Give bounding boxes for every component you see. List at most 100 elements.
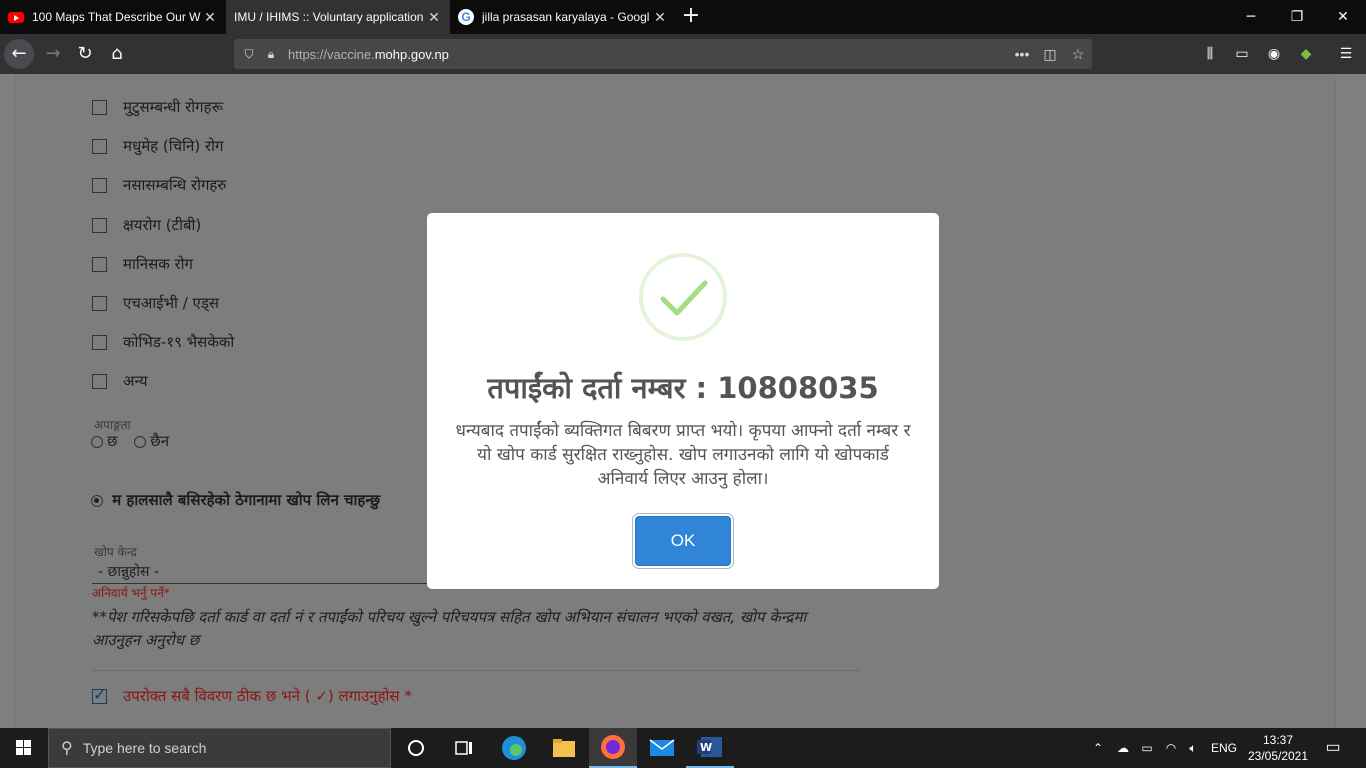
home-icon[interactable]: ⌂ — [102, 39, 132, 69]
firefox-icon[interactable] — [589, 728, 637, 768]
tab-title: IMU / IHIMS :: Voluntary application — [234, 10, 424, 24]
divider — [92, 670, 860, 671]
ok-button[interactable]: OK — [635, 516, 731, 566]
close-tab-icon[interactable]: ✕ — [426, 9, 442, 26]
condition-row[interactable]: कोभिड-१९ भैसकेको — [92, 332, 234, 352]
condition-label: क्षयरोग (टीबी) — [123, 216, 202, 234]
account-icon[interactable]: ◉ — [1259, 39, 1289, 69]
condition-label: अन्य — [123, 372, 148, 390]
clock-time: 13:37 — [1262, 733, 1294, 747]
vaccine-center-select[interactable]: - छान्नुहोस - — [92, 562, 432, 584]
volume-icon[interactable]: 🔈︎ — [1184, 728, 1202, 768]
condition-row[interactable]: एचआईभी / एड्स — [92, 293, 219, 313]
notification-icon[interactable]: ▭ — [1322, 728, 1344, 768]
tab-vaccine[interactable]: IMU / IHIMS :: Voluntary application ✕ — [226, 0, 450, 34]
location-question: म हालसालै बसिरहेको ठेगानामा खोप लिन चाहन… — [112, 491, 381, 509]
file-explorer-icon[interactable] — [540, 728, 588, 768]
reload-icon[interactable]: ↻ — [70, 39, 100, 69]
condition-row[interactable]: नसासम्बन्धि रोगहरु — [92, 175, 226, 195]
condition-row[interactable]: मुटुसम्बन्धी रोगहरू — [92, 97, 223, 117]
condition-label: मधुमेह (चिनि) रोग — [123, 137, 224, 155]
location-option[interactable]: म हालसालै बसिरहेको ठेगानामा खोप लिन चाहन… — [91, 490, 380, 510]
navigation-bar: ← → ↻ ⌂ ⛉ 🔒︎ https://vaccine.mohp.gov.np… — [0, 34, 1366, 74]
radio-option-yes[interactable]: छ — [91, 432, 118, 450]
mail-icon[interactable] — [638, 728, 686, 768]
checkbox[interactable] — [92, 177, 107, 193]
tab-google[interactable]: G jilla prasasan karyalaya - Googl ✕ — [450, 0, 676, 34]
close-window-button[interactable]: ✕ — [1320, 0, 1366, 34]
radio-button[interactable] — [134, 435, 147, 448]
condition-row[interactable]: मानिसक रोग — [92, 254, 193, 274]
tray-chevron-icon[interactable]: ⌃ — [1090, 728, 1106, 768]
tab-title: 100 Maps That Describe Our W — [32, 10, 201, 24]
library-icon[interactable]: ⫼ — [1195, 39, 1225, 69]
checkbox[interactable] — [92, 256, 107, 272]
search-placeholder: Type here to search — [82, 740, 207, 756]
address-bar[interactable]: ⛉ 🔒︎ https://vaccine.mohp.gov.np ••• ◫ ☆ — [234, 39, 1092, 69]
checkbox[interactable] — [92, 295, 107, 311]
instruction-note: **पेश गरिसकेपछि दर्ता कार्ड वा दर्ता नं … — [92, 608, 807, 649]
checkbox[interactable] — [92, 373, 107, 389]
url-domain: mohp.gov.np — [374, 46, 449, 62]
required-hint: अनिवार्य भर्नु पर्ने* — [92, 586, 170, 600]
forward-arrow-icon[interactable]: → — [38, 39, 68, 69]
input-language[interactable]: ENG — [1211, 728, 1237, 768]
condition-row[interactable]: अन्य — [92, 371, 148, 391]
url-text[interactable]: https://vaccine.mohp.gov.np — [288, 47, 449, 62]
checkbox[interactable] — [92, 334, 107, 350]
confirm-label: उपरोक्त सबै विवरण ठीक छ भने ( ✓) लगाउनुह… — [123, 687, 412, 705]
battery-icon[interactable]: ▭ — [1138, 728, 1156, 768]
taskbar-search-input[interactable]: ⚲ Type here to search — [48, 728, 391, 768]
google-icon: G — [458, 9, 474, 25]
edge-icon[interactable] — [490, 728, 538, 768]
word-icon[interactable]: W — [686, 728, 734, 768]
close-tab-icon[interactable]: ✕ — [202, 9, 218, 26]
tab-youtube[interactable]: 100 Maps That Describe Our W ✕ — [0, 0, 226, 34]
shield-icon[interactable]: ⛉ — [238, 47, 260, 62]
pocket-icon[interactable]: ◫ — [1036, 39, 1064, 69]
wifi-icon[interactable]: ◠ — [1162, 728, 1180, 768]
condition-label: एचआईभी / एड्स — [123, 294, 219, 312]
clock-date: 23/05/2021 — [1247, 749, 1309, 763]
windows-start-icon[interactable] — [0, 728, 48, 768]
back-arrow-icon[interactable]: ← — [4, 39, 34, 69]
restore-button[interactable]: ❐ — [1274, 0, 1320, 34]
condition-row[interactable]: क्षयरोग (टीबी) — [92, 215, 201, 235]
close-tab-icon[interactable]: ✕ — [652, 9, 668, 26]
condition-row[interactable]: मधुमेह (चिनि) रोग — [92, 136, 223, 156]
radio-option-no[interactable]: छैन — [134, 432, 169, 450]
menu-icon[interactable]: ☰ — [1331, 39, 1361, 69]
radio-button[interactable] — [91, 435, 103, 448]
success-dialog: तपाईंको दर्ता नम्बर : 10808035 धन्यबाद त… — [427, 213, 939, 589]
checkbox[interactable] — [92, 217, 107, 233]
checkbox[interactable] — [92, 99, 107, 115]
system-clock[interactable]: 13:37 23/05/2021 — [1245, 732, 1311, 764]
dialog-message: धन्यबाद तपाईंको ब्यक्तिगत बिबरण प्राप्त … — [455, 421, 911, 489]
new-tab-button[interactable]: + — [676, 0, 706, 34]
confirm-checkbox[interactable] — [92, 685, 107, 704]
taskbar: ⚲ Type here to search W ⌃ ☁ ▭ ◠ 🔈︎ ENG 1… — [0, 728, 1366, 768]
onedrive-icon[interactable]: ☁ — [1114, 728, 1132, 768]
condition-label: नसासम्बन्धि रोगहरु — [123, 176, 227, 194]
condition-label: मानिसक रोग — [123, 255, 193, 273]
youtube-icon — [8, 11, 24, 23]
cortana-icon[interactable] — [392, 728, 440, 768]
radio-label: छैन — [150, 432, 170, 450]
search-icon: ⚲ — [61, 740, 73, 757]
sidebar-icon[interactable]: ▭ — [1227, 39, 1257, 69]
page-actions-icon[interactable]: ••• — [1008, 39, 1036, 69]
url-prefix: https://vaccine. — [288, 46, 375, 62]
tab-title: jilla prasasan karyalaya - Googl — [482, 10, 650, 24]
condition-label: कोभिड-१९ भैसकेको — [123, 333, 235, 351]
lock-icon[interactable]: 🔒︎ — [260, 47, 282, 62]
radio-label: छ — [107, 432, 118, 450]
extension-icon[interactable]: ◆ — [1291, 39, 1321, 69]
radio-button-selected[interactable] — [91, 494, 103, 507]
task-view-icon[interactable] — [440, 728, 488, 768]
center-label: खोप केन्द्र — [94, 545, 137, 559]
minimize-button[interactable]: ─ — [1228, 0, 1274, 34]
checkbox[interactable] — [92, 138, 107, 154]
success-check-icon — [639, 253, 727, 341]
bookmark-star-icon[interactable]: ☆ — [1064, 39, 1092, 69]
confirm-row[interactable]: उपरोक्त सबै विवरण ठीक छ भने ( ✓) लगाउनुह… — [92, 685, 412, 706]
